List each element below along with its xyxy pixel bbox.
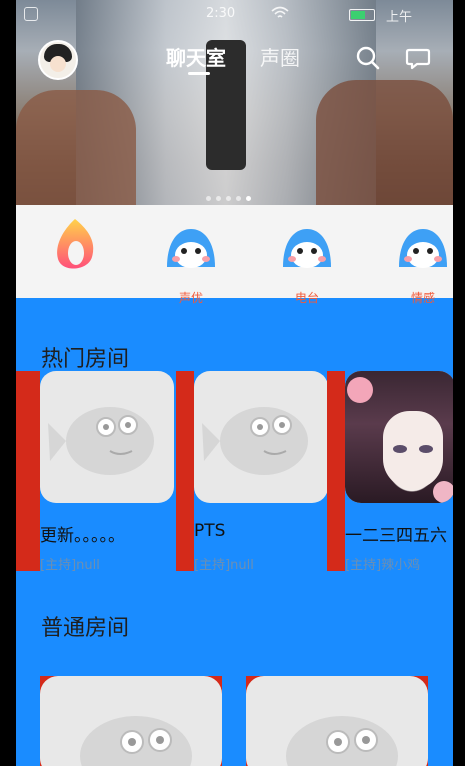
room-thumbnail bbox=[246, 676, 428, 766]
room-thumbnail bbox=[194, 371, 328, 503]
status-time: 2:30 bbox=[206, 6, 236, 21]
status-bar: 2:30 上午 bbox=[16, 0, 453, 28]
room-name: 一二三四五六 bbox=[345, 526, 447, 546]
flower-decoration bbox=[433, 481, 453, 503]
tab-active-indicator bbox=[188, 72, 210, 75]
banner-image-arm-right bbox=[316, 80, 453, 205]
notification-icon bbox=[24, 7, 38, 21]
avatar-face bbox=[50, 56, 66, 72]
carousel-dot-active bbox=[246, 196, 251, 201]
room-name: PTS bbox=[194, 521, 226, 541]
room-card-accent bbox=[176, 371, 194, 571]
room-name: 更新。。。。。 bbox=[40, 526, 125, 546]
battery-icon bbox=[349, 9, 375, 21]
chat-bubble-icon[interactable] bbox=[404, 44, 432, 72]
category-label: 情感 bbox=[410, 291, 435, 305]
category-label: 电台 bbox=[294, 291, 319, 305]
avatar[interactable] bbox=[38, 40, 78, 80]
tab-chatroom[interactable]: 聊天室 bbox=[166, 42, 226, 71]
search-icon[interactable] bbox=[354, 44, 382, 72]
room-host: [主持]辣小鸡 bbox=[345, 558, 421, 573]
normal-rooms-title: 普通房间 bbox=[41, 616, 130, 641]
room-host: [主持]null bbox=[40, 558, 100, 573]
bird-mascot-icon bbox=[283, 229, 331, 268]
wifi-icon bbox=[271, 6, 289, 24]
room-thumbnail bbox=[40, 371, 174, 503]
placeholder-fish-icon bbox=[80, 716, 192, 766]
tab-voice-circle[interactable]: 声圈 bbox=[260, 42, 300, 71]
carousel-dot bbox=[206, 196, 211, 201]
banner-image-arm-left bbox=[16, 90, 136, 205]
anime-eye bbox=[419, 445, 433, 453]
category-label: 声优 bbox=[178, 291, 203, 305]
category-item-emotion[interactable]: 情感 bbox=[388, 217, 453, 305]
category-bar: 声优 电台 情感 bbox=[16, 205, 453, 305]
category-item-voice-actor[interactable]: 声优 bbox=[156, 217, 226, 305]
category-item-radio[interactable]: 电台 bbox=[272, 217, 342, 305]
placeholder-fish-icon bbox=[286, 716, 398, 766]
bird-mascot-icon bbox=[399, 229, 447, 268]
flower-decoration bbox=[347, 377, 373, 403]
room-host: [主持]null bbox=[194, 558, 254, 573]
room-thumbnail bbox=[40, 676, 222, 766]
room-card-accent bbox=[16, 371, 40, 571]
carousel-dot bbox=[216, 196, 221, 201]
room-card-accent bbox=[327, 371, 345, 571]
hot-rooms-title: 热门房间 bbox=[41, 347, 130, 372]
carousel-dot bbox=[236, 196, 241, 201]
status-clock: 上午 bbox=[386, 10, 413, 25]
placeholder-fish-icon bbox=[48, 407, 154, 475]
bird-mascot-icon bbox=[167, 229, 215, 268]
anime-face bbox=[383, 411, 443, 489]
category-item-flame[interactable] bbox=[54, 217, 124, 297]
banner-carousel[interactable]: 2:30 上午 聊天室 声圈 bbox=[16, 0, 453, 205]
anime-eye bbox=[393, 445, 407, 453]
flame-logo-icon bbox=[57, 219, 94, 269]
carousel-indicator bbox=[206, 186, 256, 201]
anime-girl-image bbox=[345, 371, 453, 503]
room-thumbnail bbox=[345, 371, 453, 503]
app-screen: 2:30 上午 聊天室 声圈 声优 电台 情感 热门房间 更新。。。。。 [主持… bbox=[16, 0, 453, 766]
placeholder-fish-icon bbox=[202, 407, 308, 475]
carousel-dot bbox=[226, 196, 231, 201]
